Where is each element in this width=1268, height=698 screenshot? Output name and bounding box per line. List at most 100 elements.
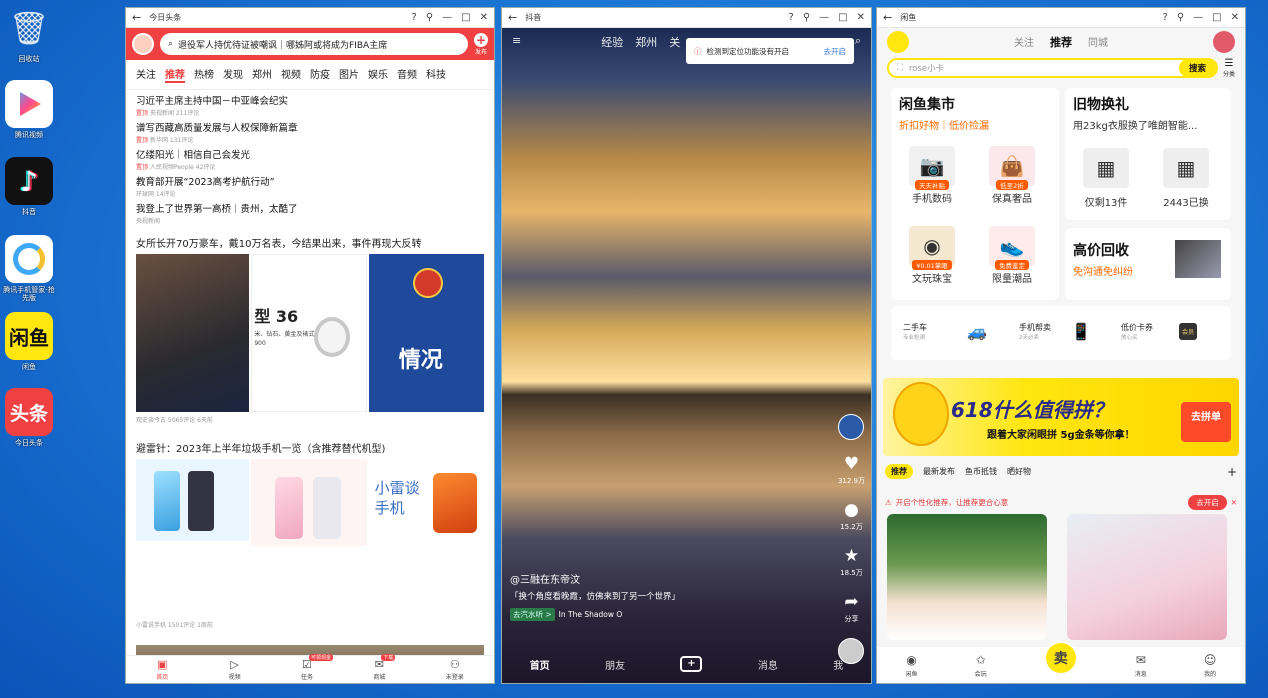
tab-follow[interactable]: 关 <box>669 34 680 50</box>
close-icon[interactable]: ✕ <box>1231 498 1237 507</box>
tab-follow[interactable]: 关注 <box>136 66 156 83</box>
comment-button[interactable]: ● 15.2万 <box>840 500 863 532</box>
nav-task[interactable]: 可领现金 ☑ 任务 <box>301 654 333 681</box>
nav-play[interactable]: ✩ 会玩 <box>975 653 987 678</box>
tab-recommend[interactable]: 推荐 <box>165 66 185 83</box>
desktop-icon-phone-guard[interactable]: 腾讯手机管家-抢先版 <box>3 235 55 303</box>
nav-sell[interactable]: 卖 <box>1043 641 1078 675</box>
banner-button[interactable]: 去拼单 <box>1181 402 1231 442</box>
product-phone-digital[interactable]: 📷 天天补贴 手机数码 <box>909 146 955 205</box>
article-card[interactable]: 避雷针：2023年上半年垃圾手机一览（含推荐替代机型) 小雷谈手机 小雷说手机 … <box>126 426 494 631</box>
list-item[interactable]: 教育部开展“2023高考护航行动” 环球网 14评论 <box>126 171 494 198</box>
pin-icon[interactable]: ⚲ <box>1177 12 1184 23</box>
category-button[interactable]: ☰ 分类 <box>1223 58 1235 78</box>
author-avatar[interactable] <box>838 414 865 440</box>
nav-user[interactable]: ⚇ 未登录 <box>446 658 464 681</box>
add-icon[interactable]: + <box>1227 465 1237 479</box>
enable-personalize-button[interactable]: 去开启 <box>1188 494 1227 510</box>
create-button[interactable]: + <box>680 656 703 672</box>
enable-location-link[interactable]: 去开启 <box>824 46 847 57</box>
service-phone-sell[interactable]: 手机帮卖 2天必卖 📱 <box>1019 322 1091 341</box>
tab-follow[interactable]: 关注 <box>1014 34 1034 50</box>
desktop-icon-recycle[interactable]: 🗑 回收站 <box>3 4 55 63</box>
feed-tab-showoff[interactable]: 晒好物 <box>1007 466 1031 477</box>
back-arrow-icon[interactable]: ← <box>883 11 892 24</box>
tab-video[interactable]: 视频 <box>281 66 301 83</box>
desktop-icon-xianyu[interactable]: 闲鱼 闲鱼 <box>3 312 55 371</box>
product-limited[interactable]: 👟 免费鉴定 限量潮品 <box>989 226 1035 285</box>
maximize-icon[interactable]: □ <box>838 12 847 23</box>
favorite-button[interactable]: ★ 18.5万 <box>840 546 863 578</box>
nav-mall[interactable]: 下载 ✉ 商城 <box>373 654 396 681</box>
nav-messages[interactable]: ✉ 消息 <box>1135 653 1147 678</box>
menu-icon[interactable]: ≡ <box>512 34 521 50</box>
minimize-icon[interactable]: — <box>442 12 452 23</box>
tab-tech[interactable]: 科技 <box>426 66 446 83</box>
nav-me[interactable]: 我 <box>833 657 843 672</box>
tab-nearby[interactable]: 同城 <box>1088 34 1108 50</box>
close-icon[interactable]: ✕ <box>857 12 865 23</box>
swap-item[interactable]: ▦ 2443已换 <box>1163 148 1209 209</box>
tab-discover[interactable]: 发现 <box>223 66 243 83</box>
search-input[interactable]: ⛶ rose小卡 搜索 <box>887 58 1218 78</box>
feed-tab-coins[interactable]: 鱼币抵钱 <box>965 466 997 477</box>
tab-zhengzhou[interactable]: 郑州 <box>252 66 272 83</box>
desktop-icon-toutiao[interactable]: 头条 今日头条 <box>3 388 55 447</box>
list-item[interactable]: 我登上了世界第一高桥｜贵州，太酷了 央视新闻 <box>126 198 494 225</box>
help-icon[interactable]: ? <box>1163 12 1168 23</box>
tab-audio[interactable]: 音频 <box>397 66 417 83</box>
list-item[interactable]: 习近平主席主持中国－中亚峰会纪实 置顶 央视新闻 211评论 <box>126 90 494 117</box>
pin-icon[interactable]: ⚲ <box>803 12 810 23</box>
nav-xianyu[interactable]: ◉ 闲鱼 <box>906 653 918 678</box>
author-name[interactable]: @三融在东帝汶 <box>510 571 680 586</box>
nav-messages[interactable]: 消息 <box>758 657 778 672</box>
tab-recommend[interactable]: 推荐 <box>1050 34 1072 50</box>
toutiao-logo-icon[interactable] <box>132 33 154 55</box>
search-button[interactable]: 搜索 <box>1178 59 1216 77</box>
nav-home[interactable]: ▣ 首页 <box>156 658 168 681</box>
maximize-icon[interactable]: □ <box>1212 12 1221 23</box>
tab-zhengzhou[interactable]: 郑州 <box>635 34 657 50</box>
list-item[interactable]: 亿缕阳光｜相信自己会发光 置顶 人民视频People 42评论 <box>126 144 494 171</box>
tab-pictures[interactable]: 图片 <box>339 66 359 83</box>
nav-friends[interactable]: 朋友 <box>605 657 625 672</box>
maximize-icon[interactable]: □ <box>461 12 470 23</box>
list-item[interactable]: 谱写西藏高质量发展与人权保障新篇章 置顶 新华网 131评论 <box>126 117 494 144</box>
product-luxury[interactable]: 👜 低至2折 保真奢品 <box>989 146 1035 205</box>
tab-hot[interactable]: 热榜 <box>194 66 214 83</box>
tab-experience[interactable]: 经验 <box>601 34 623 50</box>
minimize-icon[interactable]: — <box>1193 12 1203 23</box>
service-coupons[interactable]: 低价卡券 放心买 会员 <box>1121 322 1198 341</box>
feed-item-image[interactable] <box>1067 514 1227 640</box>
help-icon[interactable]: ? <box>412 12 417 23</box>
xianyu-logo-icon[interactable] <box>887 31 909 53</box>
desktop-icon-tencent-video[interactable]: 腾讯视频 <box>3 80 55 139</box>
like-button[interactable]: ♥ 312.9万 <box>838 454 865 486</box>
close-icon[interactable]: ✕ <box>1231 12 1239 23</box>
publish-button[interactable]: + 发布 <box>474 32 488 56</box>
feed-item-image[interactable] <box>887 514 1047 640</box>
video-player[interactable]: ≡ 经验 郑州 关 ⌕ ⓘ 检测到定位功能没有开启 去开启 ♥ 312.9万 ● 1… <box>502 28 871 683</box>
recycle-panel[interactable]: 高价回收 免沟通免纠纷 <box>1065 228 1231 300</box>
article-card[interactable]: 女所长开70万豪车，戴10万名表，今结果出来，事件再现大反转 型 36 米、钻石… <box>126 225 494 426</box>
tab-epidemic[interactable]: 防疫 <box>310 66 330 83</box>
feed-tab-latest[interactable]: 最新发布 <box>923 466 955 477</box>
feed-tab-recommend[interactable]: 推荐 <box>885 464 913 479</box>
swap-item[interactable]: ▦ 仅剩13件 <box>1083 148 1129 209</box>
service-used-car[interactable]: 二手车 专业检测 🚙 <box>903 322 987 341</box>
nav-video[interactable]: ▷ 视频 <box>229 658 241 681</box>
search-input[interactable]: ⌕ 退役军人持优待证被嘲讽｜哪姊阿或将成为FIBA主席 <box>160 33 468 55</box>
avatar[interactable] <box>1213 31 1235 53</box>
desktop-icon-douyin[interactable]: ♪ 抖音 <box>3 157 55 216</box>
close-icon[interactable]: ✕ <box>480 12 488 23</box>
back-arrow-icon[interactable]: ← <box>132 11 141 24</box>
nav-home[interactable]: 首页 <box>530 657 550 672</box>
pin-icon[interactable]: ⚲ <box>426 12 433 23</box>
nav-me[interactable]: ☺ 我的 <box>1204 653 1217 678</box>
back-arrow-icon[interactable]: ← <box>508 11 517 24</box>
minimize-icon[interactable]: — <box>819 12 829 23</box>
share-button[interactable]: ➦ 分享 <box>844 592 858 624</box>
music-row[interactable]: 去汽水听 > In The Shadow O <box>510 608 680 621</box>
tab-ent[interactable]: 娱乐 <box>368 66 388 83</box>
search-icon[interactable]: ⌕ <box>855 34 861 50</box>
